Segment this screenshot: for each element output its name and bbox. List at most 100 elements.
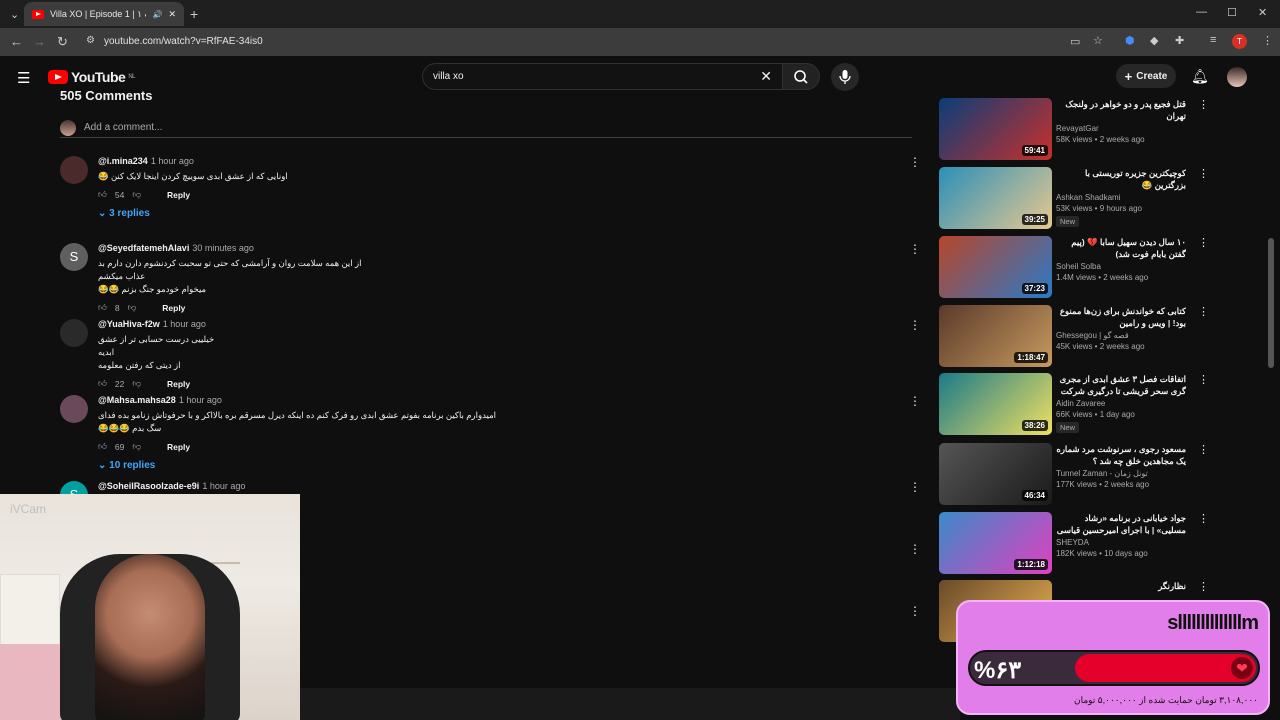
video-thumbnail[interactable]: 1:12:18 <box>939 512 1052 574</box>
browser-menu-icon[interactable]: ⋮ <box>1262 34 1273 47</box>
like-icon[interactable]: 👍︎ <box>98 302 107 313</box>
channel-name[interactable]: SHEYDA <box>1056 538 1186 547</box>
account-avatar[interactable] <box>1227 67 1247 87</box>
comment-author[interactable]: @YuaHiva-f2w <box>98 319 160 329</box>
extension-shield-icon[interactable]: ⬢ <box>1125 34 1135 47</box>
profile-avatar[interactable]: T <box>1232 34 1247 49</box>
youtube-logo[interactable]: YouTube NL <box>48 69 135 85</box>
channel-name[interactable]: Tunnel Zaman - تونل زمان <box>1056 469 1186 478</box>
search-button[interactable] <box>782 63 820 90</box>
channel-name[interactable]: RevayatGar <box>1056 124 1186 133</box>
video-menu-icon[interactable]: ⋮ <box>1198 373 1209 386</box>
like-icon[interactable]: 👍︎ <box>98 441 107 452</box>
voice-search-button[interactable] <box>831 63 859 91</box>
bookmark-star-icon[interactable]: ☆ <box>1093 34 1103 47</box>
reply-button[interactable]: Reply <box>167 379 190 389</box>
extensions-puzzle-icon[interactable]: ✚ <box>1175 34 1184 47</box>
comment-menu-icon[interactable]: ⋮ <box>909 156 921 168</box>
site-info-icon[interactable]: ⚙ <box>86 35 95 46</box>
reply-button[interactable]: Reply <box>167 442 190 452</box>
new-tab-icon[interactable]: + <box>190 6 198 22</box>
create-button[interactable]: + Create <box>1116 64 1176 88</box>
video-menu-icon[interactable]: ⋮ <box>1198 236 1209 249</box>
like-icon[interactable]: 👍︎ <box>98 378 107 389</box>
extension-icon[interactable]: ◆ <box>1150 34 1158 47</box>
dislike-icon[interactable]: 👎︎ <box>132 189 141 200</box>
reply-button[interactable]: Reply <box>162 303 185 313</box>
video-menu-icon[interactable]: ⋮ <box>1198 167 1209 180</box>
notifications-bell-icon[interactable]: 🔔︎ <box>1191 68 1209 85</box>
video-title[interactable]: قتل فجیع پدر و دو خواهر در ولنجک تهران <box>1056 98 1186 122</box>
video-title[interactable]: جواد خیابانی در برنامه «رشاد مسلیی» | با… <box>1056 512 1186 536</box>
dislike-icon[interactable]: 👎︎ <box>132 441 141 452</box>
comment-time[interactable]: 1 hour ago <box>179 395 222 405</box>
recommended-video[interactable]: 1:12:18 جواد خیابانی در برنامه «رشاد مسل… <box>939 512 1209 574</box>
comment-time[interactable]: 1 hour ago <box>202 481 245 491</box>
comment-author[interactable]: @Mahsa.mahsa28 <box>98 395 176 405</box>
commenter-avatar[interactable]: S <box>60 243 88 271</box>
recommended-video[interactable]: 59:41 قتل فجیع پدر و دو خواهر در ولنجک ت… <box>939 98 1209 160</box>
video-title[interactable]: اتفاقات فصل ۳ عشق ابدی از مجری گری سحر ق… <box>1056 373 1186 397</box>
view-replies-button[interactable]: ⌄ 10 replies <box>98 460 878 471</box>
add-comment-input[interactable]: Add a comment... <box>84 122 162 133</box>
video-title[interactable]: کتابی که خواندنش برای زن‌ها ممنوع بود! |… <box>1056 305 1186 329</box>
comment-author[interactable]: @SoheilRasoolzade-e9i <box>98 481 199 491</box>
video-thumbnail[interactable]: 38:26 <box>939 373 1052 435</box>
comment-author[interactable]: @SeyedfatemehAlavi <box>98 243 189 253</box>
video-title[interactable]: کوچیکترین جزیره توریستی با بزرگترین 😂 <box>1056 167 1186 191</box>
video-thumbnail[interactable]: 1:18:47 <box>939 305 1052 367</box>
recommended-video[interactable]: 38:26 اتفاقات فصل ۳ عشق ابدی از مجری گری… <box>939 373 1209 435</box>
maximize-icon[interactable]: ☐ <box>1227 6 1237 19</box>
commenter-avatar[interactable] <box>60 156 88 184</box>
video-title[interactable]: نظارنگر <box>1056 580 1186 592</box>
video-menu-icon[interactable]: ⋮ <box>1198 98 1209 111</box>
channel-name[interactable]: Ghessegou | قصه گو <box>1056 331 1186 340</box>
comment-menu-icon[interactable]: ⋮ <box>909 395 921 407</box>
add-comment-row[interactable]: Add a comment... <box>60 118 912 138</box>
video-title[interactable]: مسعود رجوی ، سرنوشت مرد شماره یک مجاهدین… <box>1056 443 1186 467</box>
address-bar[interactable]: youtube.com/watch?v=RfFAE-34is0 <box>104 36 263 47</box>
clear-search-icon[interactable]: ✕ <box>760 68 772 85</box>
recommended-video[interactable]: 1:18:47 کتابی که خواندنش برای زن‌ها ممنو… <box>939 305 1209 367</box>
comment-menu-icon[interactable]: ⋮ <box>909 481 921 493</box>
video-menu-icon[interactable]: ⋮ <box>1198 580 1209 593</box>
cast-icon[interactable]: ▭ <box>1070 35 1080 48</box>
tab-search-icon[interactable]: ⌄ <box>10 8 19 21</box>
search-input[interactable]: villa xo ✕ <box>422 63 782 90</box>
comment-time[interactable]: 1 hour ago <box>163 319 206 329</box>
browser-tab[interactable]: Villa XO | Episode 1 | قسمت ۱ 🔊 ✕ <box>24 2 184 26</box>
channel-name[interactable]: Soheil Solba <box>1056 262 1186 271</box>
close-tab-icon[interactable]: ✕ <box>168 9 176 20</box>
reading-list-icon[interactable]: ≡ <box>1210 34 1216 46</box>
comment-author[interactable]: @i.mina234 <box>98 156 148 166</box>
comment-menu-icon[interactable]: ⋮ <box>909 243 921 255</box>
channel-name[interactable]: Aidin Zavaree <box>1056 399 1186 408</box>
video-thumbnail[interactable]: 37:23 <box>939 236 1052 298</box>
back-icon[interactable]: ← <box>10 34 23 49</box>
page-scrollbar[interactable] <box>1268 238 1274 368</box>
comment-time[interactable]: 30 minutes ago <box>192 243 254 253</box>
view-replies-button[interactable]: ⌄ 3 replies <box>98 208 878 219</box>
video-thumbnail[interactable]: 59:41 <box>939 98 1052 160</box>
video-menu-icon[interactable]: ⋮ <box>1198 512 1209 525</box>
reload-icon[interactable]: ↻ <box>57 34 68 50</box>
comment-time[interactable]: 1 hour ago <box>151 156 194 166</box>
close-window-icon[interactable]: ✕ <box>1258 6 1267 19</box>
hamburger-menu-icon[interactable]: ☰ <box>17 69 30 87</box>
commenter-avatar[interactable] <box>60 319 88 347</box>
video-thumbnail[interactable]: 46:34 <box>939 443 1052 505</box>
commenter-avatar[interactable] <box>60 395 88 423</box>
video-menu-icon[interactable]: ⋮ <box>1198 443 1209 456</box>
reply-button[interactable]: Reply <box>167 190 190 200</box>
video-thumbnail[interactable]: 39:25 <box>939 167 1052 229</box>
forward-icon[interactable]: → <box>33 34 46 49</box>
recommended-video[interactable]: 39:25 کوچیکترین جزیره توریستی با بزرگتری… <box>939 167 1209 229</box>
recommended-video[interactable]: 37:23 ۱۰ سال دیدن سهیل سابا 💔 (پیم گفتن … <box>939 236 1209 298</box>
video-title[interactable]: ۱۰ سال دیدن سهیل سابا 💔 (پیم گفتن بابام … <box>1056 236 1186 260</box>
recommended-video[interactable]: 46:34 مسعود رجوی ، سرنوشت مرد شماره یک م… <box>939 443 1209 505</box>
minimize-icon[interactable]: — <box>1196 6 1207 18</box>
dislike-icon[interactable]: 👎︎ <box>132 378 141 389</box>
comment-menu-icon[interactable]: ⋮ <box>909 319 921 331</box>
channel-name[interactable]: Ashkan Shadkami <box>1056 193 1186 202</box>
comment-menu-icon[interactable]: ⋮ <box>909 543 921 555</box>
